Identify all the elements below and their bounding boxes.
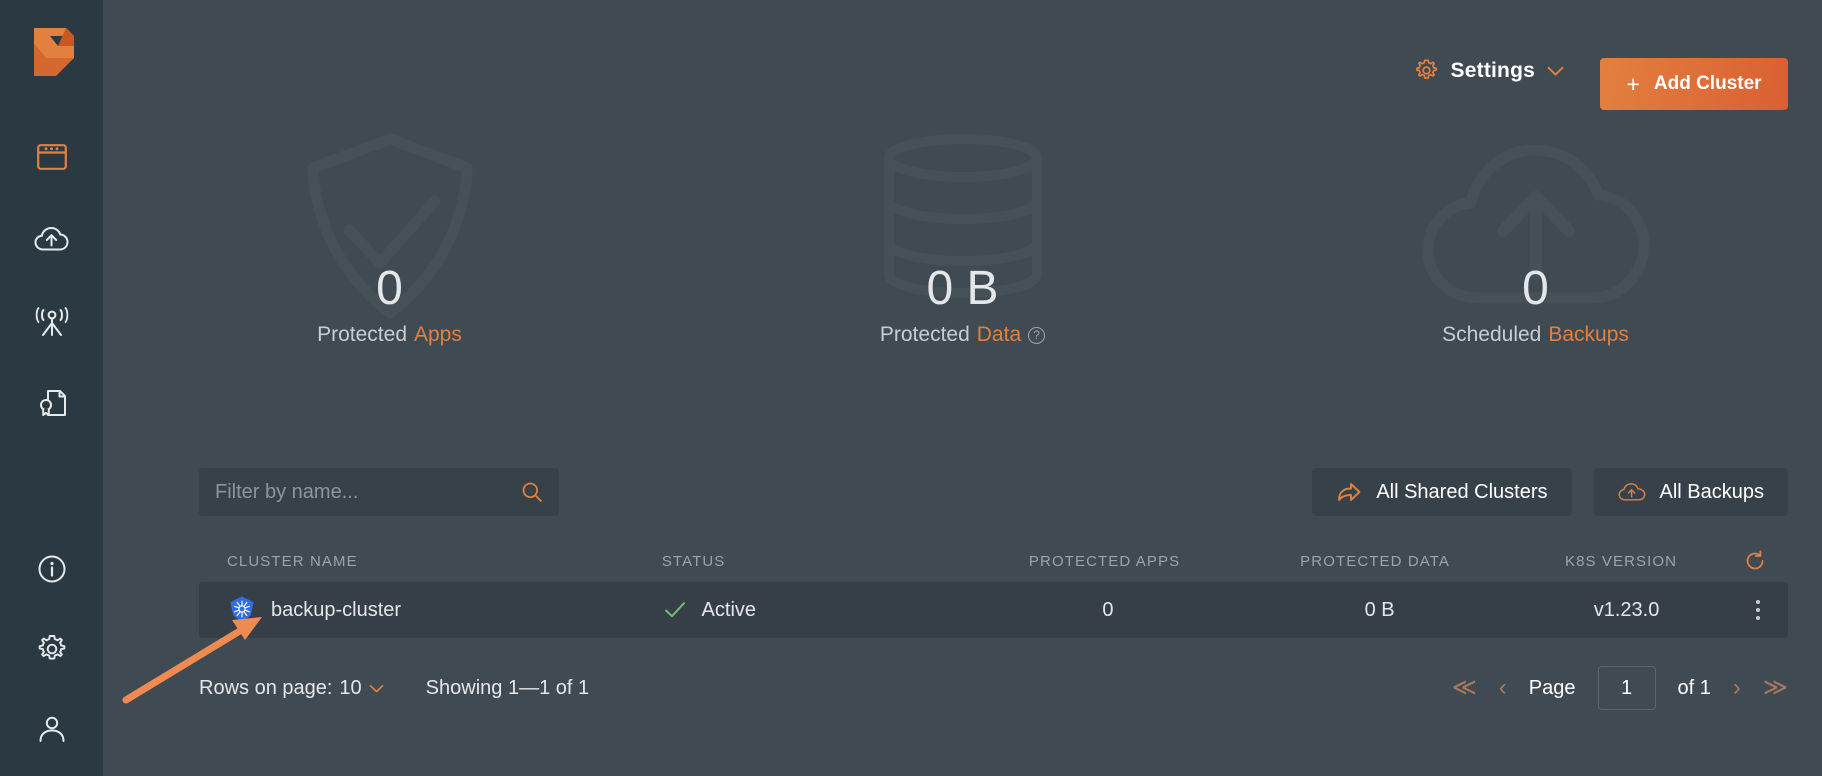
stat-protected-apps: 0 Protected Apps bbox=[103, 132, 676, 347]
stat-label: Protected Data ? bbox=[880, 323, 1045, 347]
status-label: Active bbox=[702, 599, 756, 622]
cluster-name-label: backup-cluster bbox=[271, 599, 401, 622]
kebab-menu-icon[interactable] bbox=[1750, 596, 1766, 624]
sidebar-item-monitoring[interactable] bbox=[29, 298, 75, 344]
filter-toolbar: All Shared Clusters All Backups bbox=[103, 466, 1822, 518]
clusters-table: CLUSTER NAME STATUS PROTECTED APPS PROTE… bbox=[199, 540, 1788, 638]
cell-k8s-version: v1.23.0 bbox=[1503, 599, 1750, 622]
page-total-label: of 1 bbox=[1678, 677, 1711, 700]
all-backups-label: All Backups bbox=[1660, 481, 1765, 504]
gear-icon bbox=[1414, 58, 1439, 83]
add-cluster-button[interactable]: + Add Cluster bbox=[1600, 58, 1788, 110]
app-root: Settings + Add Cluster bbox=[0, 0, 1822, 776]
cell-protected-data: 0 B bbox=[1256, 599, 1503, 622]
stat-label-accent: Data bbox=[977, 323, 1021, 347]
refresh-icon[interactable] bbox=[1744, 550, 1766, 572]
gear-icon[interactable] bbox=[29, 626, 75, 672]
sidebar-nav-secondary bbox=[0, 546, 103, 752]
search-icon[interactable] bbox=[521, 481, 543, 503]
info-icon[interactable] bbox=[29, 546, 75, 592]
rows-per-page-selector[interactable]: Rows on page: 10 bbox=[199, 677, 384, 700]
sidebar bbox=[0, 0, 103, 776]
cloud-upload-icon bbox=[1618, 481, 1646, 503]
share-arrow-icon bbox=[1336, 481, 1362, 503]
stat-label-accent: Backups bbox=[1548, 323, 1629, 347]
stat-label: Protected Apps bbox=[317, 323, 462, 347]
column-header-actions bbox=[1744, 550, 1788, 572]
top-bar: Settings + Add Cluster bbox=[103, 0, 1822, 128]
stat-label-accent: Apps bbox=[414, 323, 462, 347]
kubernetes-icon bbox=[227, 595, 257, 625]
stat-protected-data: 0 B Protected Data ? bbox=[676, 132, 1249, 347]
settings-label: Settings bbox=[1451, 59, 1535, 83]
check-icon bbox=[664, 601, 686, 619]
stat-value: 0 B bbox=[926, 265, 998, 313]
rows-per-page-value: 10 bbox=[339, 677, 361, 700]
stat-label-static: Scheduled bbox=[1442, 323, 1541, 347]
page-label: Page bbox=[1529, 677, 1576, 700]
question-mark-icon[interactable]: ? bbox=[1028, 327, 1045, 344]
table-header-row: CLUSTER NAME STATUS PROTECTED APPS PROTE… bbox=[199, 540, 1788, 582]
settings-menu-button[interactable]: Settings bbox=[1414, 58, 1564, 83]
stats-summary: 0 Protected Apps 0 B Protect bbox=[103, 132, 1822, 347]
cell-status: Active bbox=[664, 599, 960, 622]
all-backups-button[interactable]: All Backups bbox=[1594, 468, 1789, 516]
chevron-right-icon[interactable]: › bbox=[1733, 676, 1741, 700]
portworx-logo-icon[interactable] bbox=[26, 24, 78, 86]
cell-actions bbox=[1750, 596, 1788, 624]
showing-range-label: Showing 1—1 of 1 bbox=[426, 677, 589, 700]
stat-label-static: Protected bbox=[317, 323, 407, 347]
cell-cluster-name: backup-cluster bbox=[199, 595, 664, 625]
page-number-input[interactable] bbox=[1598, 666, 1656, 710]
rows-per-page-label: Rows on page: bbox=[199, 677, 332, 700]
sidebar-item-dashboard[interactable] bbox=[29, 134, 75, 180]
stat-label-static: Protected bbox=[880, 323, 970, 347]
column-header-status: STATUS bbox=[662, 553, 957, 570]
cell-protected-apps: 0 bbox=[960, 599, 1256, 622]
column-header-protected-data: PROTECTED DATA bbox=[1252, 553, 1498, 570]
all-shared-clusters-button[interactable]: All Shared Clusters bbox=[1312, 468, 1571, 516]
filter-field[interactable] bbox=[199, 468, 559, 516]
chevron-left-icon[interactable]: ‹ bbox=[1499, 676, 1507, 700]
table-row[interactable]: backup-cluster Active 0 0 B v1.23.0 bbox=[199, 582, 1788, 638]
all-shared-clusters-label: All Shared Clusters bbox=[1376, 481, 1547, 504]
double-chevron-right-icon[interactable]: ≫ bbox=[1763, 676, 1788, 700]
double-chevron-left-icon[interactable]: ≪ bbox=[1452, 676, 1477, 700]
sidebar-nav-primary bbox=[29, 134, 75, 426]
sidebar-item-licenses[interactable] bbox=[29, 380, 75, 426]
plus-icon: + bbox=[1626, 73, 1639, 96]
pagination-bar: Rows on page: 10 Showing 1—1 of 1 ≪ ‹ Pa… bbox=[199, 660, 1788, 716]
column-header-k8s-version: K8S VERSION bbox=[1498, 553, 1744, 570]
column-header-protected-apps: PROTECTED APPS bbox=[957, 553, 1252, 570]
chevron-down-icon bbox=[1547, 66, 1564, 77]
stat-label: Scheduled Backups bbox=[1442, 323, 1629, 347]
main-content: Settings + Add Cluster bbox=[103, 0, 1822, 776]
user-icon[interactable] bbox=[29, 706, 75, 752]
add-cluster-label: Add Cluster bbox=[1654, 73, 1762, 95]
column-header-cluster-name: CLUSTER NAME bbox=[199, 553, 662, 570]
stat-value: 0 bbox=[376, 265, 403, 313]
stat-scheduled-backups: 0 Scheduled Backups bbox=[1249, 132, 1822, 347]
sidebar-item-backups[interactable] bbox=[29, 216, 75, 262]
stat-value: 0 bbox=[1522, 265, 1549, 313]
chevron-down-icon bbox=[369, 684, 384, 694]
page-navigation: ≪ ‹ Page of 1 › ≫ bbox=[1452, 666, 1788, 710]
search-input[interactable] bbox=[215, 481, 521, 504]
